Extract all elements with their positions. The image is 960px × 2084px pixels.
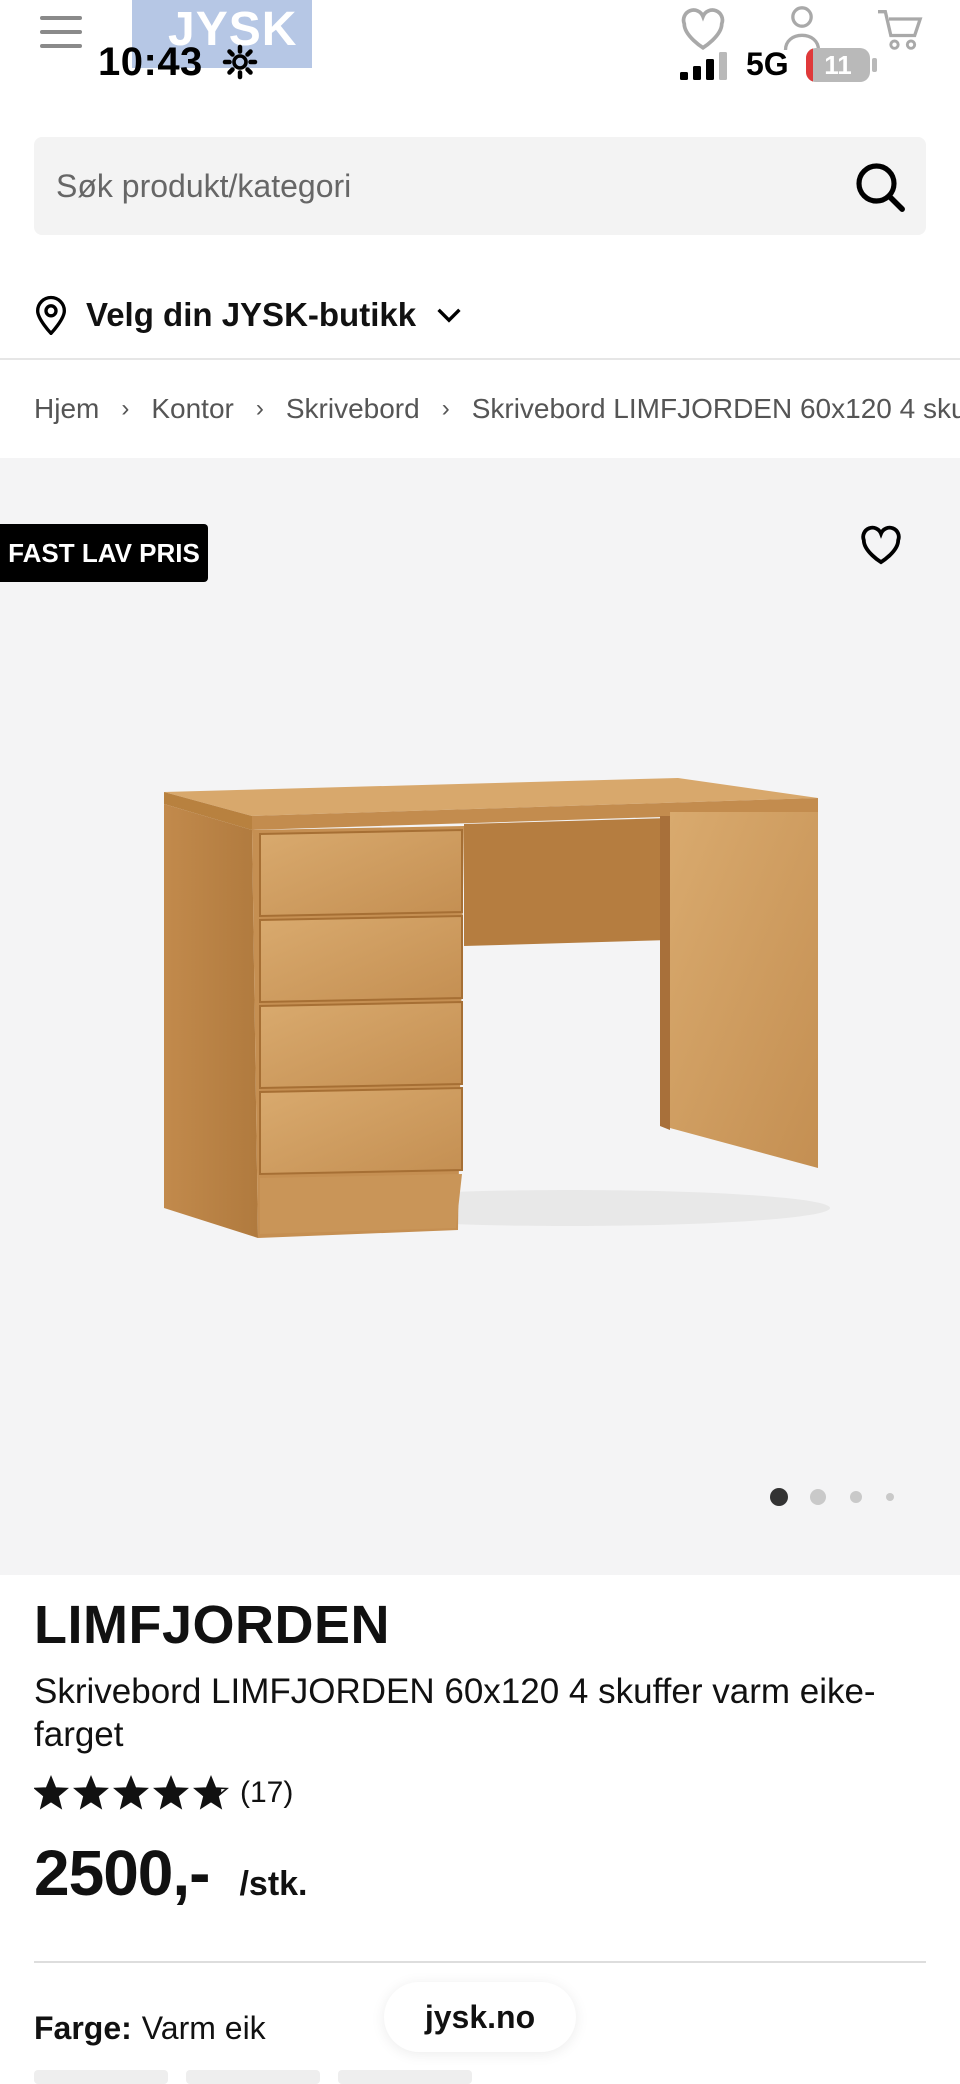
color-swatch[interactable] <box>34 2070 168 2084</box>
search-input[interactable] <box>56 137 816 235</box>
pagination-dot[interactable] <box>886 1493 894 1501</box>
color-swatch[interactable] <box>338 2070 472 2084</box>
product-rating[interactable]: (17) <box>34 1770 293 1816</box>
store-label: Velg din JYSK-butikk <box>86 296 417 333</box>
browser-url-pill[interactable]: jysk.no <box>384 1982 576 2052</box>
price-unit: /stk. <box>239 1865 308 1903</box>
search-bar <box>34 137 926 235</box>
star-icon <box>113 1775 149 1810</box>
breadcrumb-item-skrivebord[interactable]: Skrivebord <box>286 393 420 425</box>
divider <box>34 1961 926 1963</box>
gallery-pagination <box>766 1486 916 1506</box>
gear-icon <box>222 44 258 80</box>
chevron-right-icon: › <box>441 395 450 422</box>
breadcrumb-item-current: Skrivebord LIMFJORDEN 60x120 4 sku <box>471 393 960 424</box>
app-header: JYSK 10:43 5G 11 <box>0 0 960 110</box>
heart-icon[interactable] <box>678 6 728 52</box>
breadcrumb: Hjem › Kontor › Skrivebord › Skrivebord … <box>34 386 960 432</box>
color-selection: Farge: Varm eik <box>34 2010 266 2047</box>
network-label: 5G <box>746 46 789 82</box>
star-icon <box>153 1775 189 1810</box>
battery-indicator: 11 <box>806 48 870 82</box>
chevron-down-icon <box>437 308 461 323</box>
product-gallery[interactable]: FAST LAV PRIS <box>0 458 960 1575</box>
favorite-heart-icon[interactable] <box>858 524 904 566</box>
battery-tip <box>872 58 877 72</box>
chevron-right-icon: › <box>121 395 130 422</box>
color-value: Varm eik <box>141 2010 266 2046</box>
star-icon <box>34 1775 69 1810</box>
review-count: (17) <box>240 1776 294 1809</box>
user-icon[interactable] <box>780 4 824 52</box>
pagination-dot[interactable] <box>810 1489 826 1505</box>
star-icon <box>73 1775 109 1810</box>
price-badge: FAST LAV PRIS <box>0 524 208 582</box>
divider <box>0 358 960 360</box>
signal-icon <box>680 52 727 80</box>
status-time: 10:43 <box>98 40 203 84</box>
color-label: Farge: <box>34 2010 132 2046</box>
pagination-dot[interactable] <box>850 1491 862 1503</box>
rating-stars <box>34 1775 229 1810</box>
cart-icon[interactable] <box>876 8 924 52</box>
search-icon[interactable] <box>852 159 908 215</box>
product-brand: LIMFJORDEN <box>34 1595 390 1655</box>
menu-icon[interactable] <box>40 16 82 48</box>
chevron-right-icon: › <box>255 395 264 422</box>
store-selector[interactable]: Velg din JYSK-butikk <box>34 288 474 342</box>
pagination-dot-active[interactable] <box>770 1488 788 1506</box>
color-swatch[interactable] <box>186 2070 320 2084</box>
star-icon <box>193 1775 229 1810</box>
breadcrumb-item-kontor[interactable]: Kontor <box>151 393 234 425</box>
price-value: 2500,- <box>34 1837 210 1909</box>
product-name: Skrivebord LIMFJORDEN 60x120 4 skuffer v… <box>34 1672 876 1754</box>
product-image[interactable] <box>150 768 830 1238</box>
breadcrumb-item-hjem[interactable]: Hjem <box>34 393 99 425</box>
battery-level: 11 <box>824 50 852 80</box>
product-price: 2500,- /stk. <box>34 1836 308 1910</box>
location-pin-icon <box>35 295 67 335</box>
